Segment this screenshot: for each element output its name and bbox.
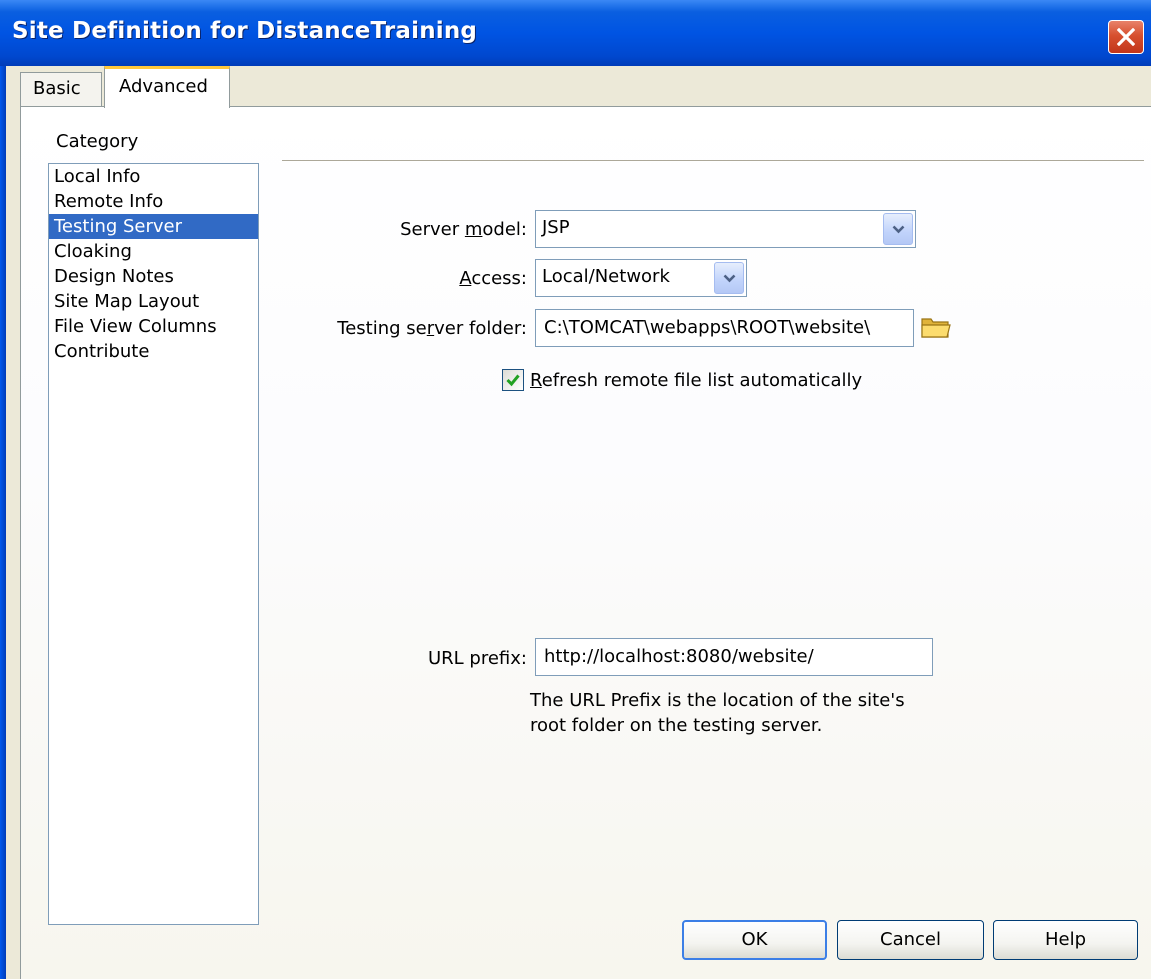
close-button[interactable]: [1108, 20, 1144, 54]
category-item-file-view-columns[interactable]: File View Columns: [49, 314, 258, 339]
help-button[interactable]: Help: [993, 920, 1138, 960]
url-prefix-hint-line-2: root folder on the testing server.: [530, 715, 823, 736]
server-model-label: Server model:: [400, 219, 527, 240]
server-model-select[interactable]: JSP: [535, 210, 916, 248]
tab-advanced-label: Advanced: [119, 76, 208, 97]
checkmark-icon: [506, 374, 520, 387]
category-item-testing-server[interactable]: Testing Server: [49, 214, 258, 239]
access-value: Local/Network: [542, 266, 670, 287]
close-icon: [1117, 28, 1135, 46]
refresh-checkbox[interactable]: [502, 369, 524, 391]
access-dropdown-button[interactable]: [714, 262, 744, 294]
cancel-button[interactable]: Cancel: [837, 920, 984, 960]
testing-folder-label: Testing server folder:: [337, 318, 527, 339]
category-heading: Category: [56, 131, 139, 152]
category-list[interactable]: Local Info Remote Info Testing Server Cl…: [48, 163, 259, 925]
tab-basic-label: Basic: [33, 78, 81, 99]
url-prefix-field[interactable]: http://localhost:8080/website/: [535, 638, 933, 676]
access-select[interactable]: Local/Network: [535, 259, 747, 297]
browse-folder-button[interactable]: [920, 314, 952, 345]
testing-folder-value: C:\TOMCAT\webapps\ROOT\website\: [544, 317, 871, 338]
testing-folder-field[interactable]: C:\TOMCAT\webapps\ROOT\website\: [535, 309, 914, 347]
window-title: Site Definition for DistanceTraining: [12, 18, 478, 44]
category-item-local-info[interactable]: Local Info: [49, 164, 258, 189]
access-label: Access:: [459, 268, 527, 289]
refresh-label[interactable]: Refresh remote file list automatically: [530, 370, 862, 391]
chevron-down-icon: [892, 225, 905, 234]
tab-advanced[interactable]: Advanced: [104, 66, 230, 108]
url-prefix-hint: The URL Prefix is the location of the si…: [530, 688, 905, 738]
category-item-remote-info[interactable]: Remote Info: [49, 189, 258, 214]
server-model-dropdown-button[interactable]: [883, 213, 913, 245]
category-item-contribute[interactable]: Contribute: [49, 339, 258, 364]
server-model-value: JSP: [542, 217, 570, 238]
url-prefix-hint-line-1: The URL Prefix is the location of the si…: [530, 690, 905, 711]
ok-button[interactable]: OK: [682, 920, 827, 960]
tab-basic[interactable]: Basic: [20, 72, 102, 106]
section-divider: [282, 160, 1144, 162]
url-prefix-value: http://localhost:8080/website/: [544, 646, 814, 667]
category-item-design-notes[interactable]: Design Notes: [49, 264, 258, 289]
category-item-site-map-layout[interactable]: Site Map Layout: [49, 289, 258, 314]
title-bar[interactable]: Site Definition for DistanceTraining: [0, 0, 1151, 66]
chevron-down-icon: [723, 274, 736, 283]
category-item-cloaking[interactable]: Cloaking: [49, 239, 258, 264]
window-frame-left: [0, 66, 6, 979]
folder-icon: [921, 318, 951, 338]
url-prefix-label: URL prefix:: [428, 648, 527, 669]
